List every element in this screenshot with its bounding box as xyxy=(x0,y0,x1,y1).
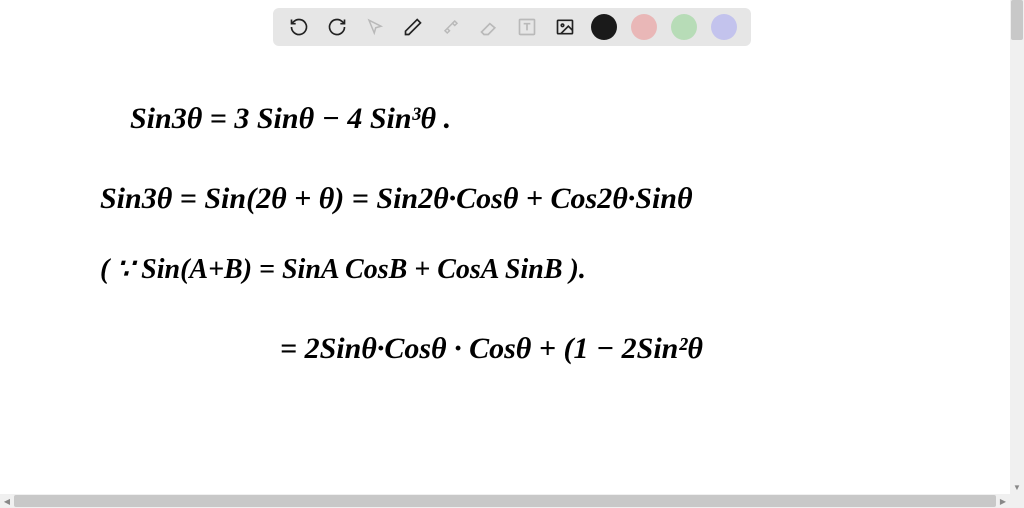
text-icon xyxy=(517,17,537,37)
redo-button[interactable] xyxy=(325,15,349,39)
scroll-right-icon[interactable]: ▶ xyxy=(996,494,1010,508)
handwriting-line-1: Sin3θ = 3 Sinθ − 4 Sin³θ . xyxy=(130,102,451,136)
tools-icon xyxy=(442,18,460,36)
eraser-icon xyxy=(479,17,499,37)
pointer-button[interactable] xyxy=(363,15,387,39)
color-pink[interactable] xyxy=(631,14,657,40)
image-button[interactable] xyxy=(553,15,577,39)
undo-button[interactable] xyxy=(287,15,311,39)
scrollbar-corner xyxy=(1010,494,1024,508)
color-black[interactable] xyxy=(591,14,617,40)
vertical-scroll-thumb[interactable] xyxy=(1011,0,1023,40)
handwriting-line-2: Sin3θ = Sin(2θ + θ) = Sin2θ·Cosθ + Cos2θ… xyxy=(100,182,693,216)
whiteboard-canvas[interactable]: Sin3θ = 3 Sinθ − 4 Sin³θ . Sin3θ = Sin(2… xyxy=(0,52,1024,494)
horizontal-scrollbar[interactable]: ◀ ▶ xyxy=(0,494,1010,508)
image-icon xyxy=(555,17,575,37)
color-purple[interactable] xyxy=(711,14,737,40)
undo-icon xyxy=(289,17,309,37)
redo-icon xyxy=(327,17,347,37)
eraser-button[interactable] xyxy=(477,15,501,39)
scroll-down-icon[interactable]: ▼ xyxy=(1010,480,1024,494)
pen-button[interactable] xyxy=(401,15,425,39)
scroll-left-icon[interactable]: ◀ xyxy=(0,494,14,508)
pen-icon xyxy=(403,17,423,37)
handwriting-line-4: = 2Sinθ·Cosθ · Cosθ + (1 − 2Sin²θ xyxy=(280,332,703,366)
color-green[interactable] xyxy=(671,14,697,40)
handwriting-line-3: ( ∵ Sin(A+B) = SinA CosB + CosA SinB ). xyxy=(100,252,586,286)
tools-button[interactable] xyxy=(439,15,463,39)
text-button[interactable] xyxy=(515,15,539,39)
horizontal-scroll-thumb[interactable] xyxy=(14,495,996,507)
vertical-scrollbar[interactable]: ▲ ▼ xyxy=(1010,0,1024,494)
pointer-icon xyxy=(366,18,384,36)
toolbar xyxy=(273,8,751,46)
